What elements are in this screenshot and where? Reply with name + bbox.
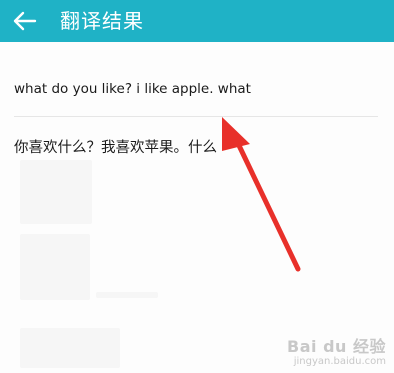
faded-placeholder-block: [20, 328, 120, 368]
faded-placeholder-block: [20, 160, 92, 224]
watermark-logo: Bai du 经验: [287, 337, 386, 356]
watermark: Bai du 经验 jingyan.baidu.com: [287, 333, 386, 367]
watermark-url: jingyan.baidu.com: [293, 356, 386, 367]
translated-text: 你喜欢什么？我喜欢苹果。什么: [14, 140, 217, 156]
top-app-bar: 翻译结果: [0, 0, 394, 42]
source-text[interactable]: what do you like? i like apple. what: [14, 81, 251, 97]
divider: [14, 116, 378, 117]
back-button[interactable]: [10, 6, 40, 36]
arrow-left-icon: [13, 11, 37, 31]
faded-placeholder-line: [96, 292, 158, 298]
page-title: 翻译结果: [60, 9, 144, 33]
translation-result-screen: 翻译结果 what do you like? i like apple. wha…: [0, 0, 394, 373]
faded-placeholder-block: [20, 234, 90, 300]
